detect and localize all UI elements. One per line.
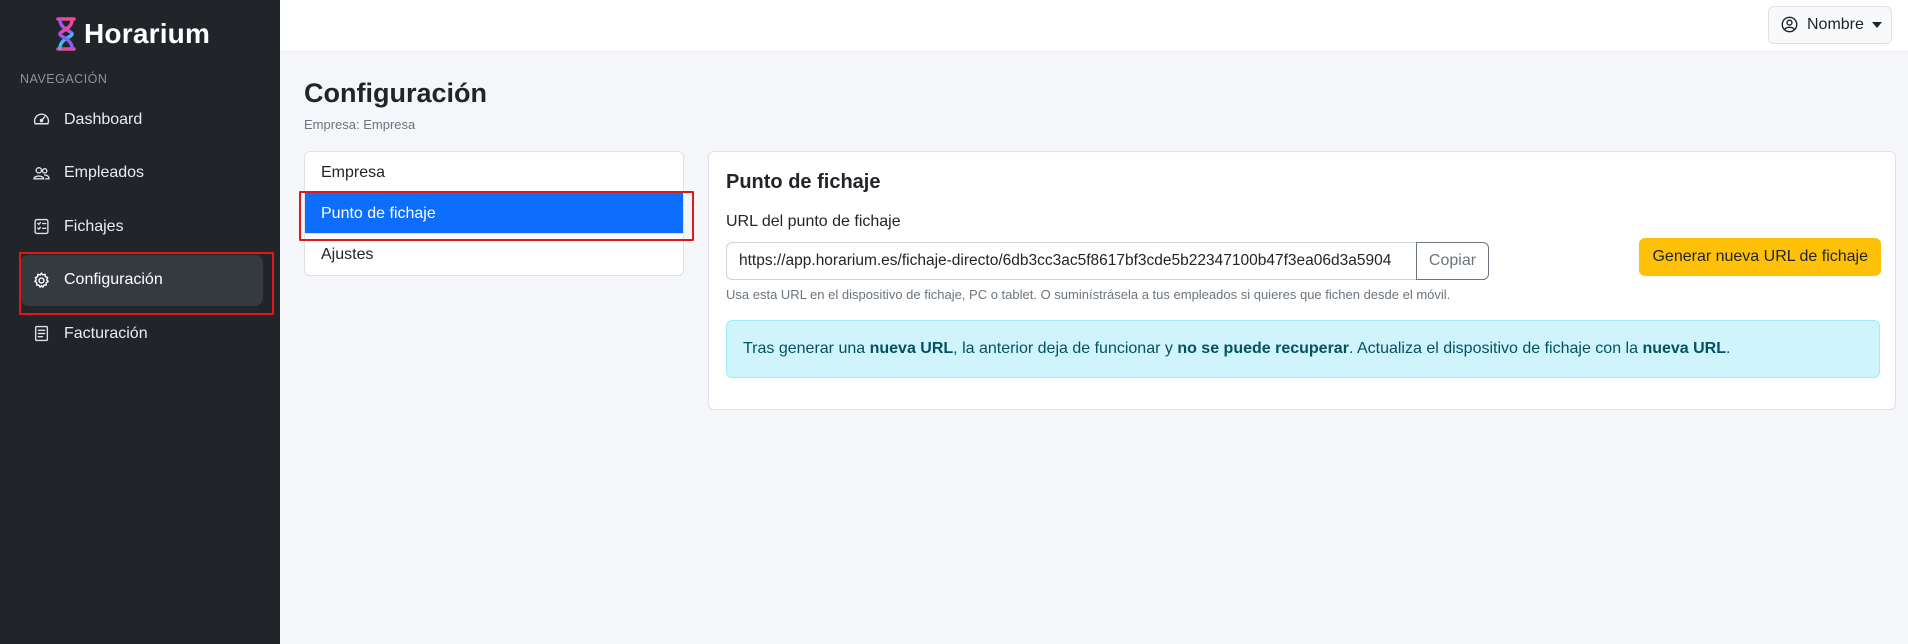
- speedometer-icon: [32, 111, 50, 129]
- sidebar-item-empleados[interactable]: Empleados: [20, 148, 263, 199]
- settings-menu: Empresa Punto de fichaje Ajustes: [299, 151, 694, 276]
- nav-heading: NAVEGACIÓN: [20, 72, 108, 86]
- receipt-icon: [32, 325, 50, 343]
- sidebar-item-label: Dashboard: [64, 110, 143, 128]
- topbar: Nombre: [280, 0, 1908, 52]
- settings-menu-item-empresa[interactable]: Empresa: [305, 152, 683, 193]
- copy-button[interactable]: Copiar: [1416, 242, 1489, 280]
- sidebar: Horarium NAVEGACIÓN Dashboard Empleados …: [0, 0, 280, 644]
- chevron-down-icon: [1871, 22, 1882, 28]
- brand[interactable]: Horarium: [54, 14, 210, 54]
- people-icon: [32, 164, 50, 182]
- alert-text: Tras generar una nueva URL, la anterior …: [743, 340, 1731, 357]
- person-circle-icon: [1781, 16, 1799, 34]
- sidebar-nav: Dashboard Empleados Fichajes Configuraci…: [19, 94, 274, 362]
- sidebar-item-dashboard[interactable]: Dashboard: [20, 94, 263, 145]
- sidebar-item-label: Configuración: [64, 271, 163, 288]
- user-name: Nombre: [1807, 16, 1864, 33]
- brand-name: Horarium: [84, 18, 211, 49]
- sidebar-item-fichajes[interactable]: Fichajes: [20, 201, 263, 252]
- page-subtitle: Empresa: Empresa: [304, 117, 416, 132]
- page-title: Configuración: [304, 78, 487, 108]
- settings-menu-item-ajustes[interactable]: Ajustes: [305, 234, 683, 275]
- url-field-label: URL del punto de fichaje: [726, 213, 901, 230]
- punto-de-fichaje-card: Punto de fichaje URL del punto de fichaj…: [708, 151, 1896, 410]
- sidebar-item-label: Fichajes: [64, 217, 124, 235]
- url-help-text: Usa esta URL en el dispositivo de fichaj…: [726, 287, 1451, 302]
- info-alert: Tras generar una nueva URL, la anterior …: [726, 320, 1880, 378]
- user-menu-button[interactable]: Nombre: [1768, 6, 1892, 44]
- url-input-group: Copiar: [726, 242, 1489, 280]
- generate-url-button[interactable]: Generar nueva URL de fichaje: [1639, 238, 1881, 276]
- card-title: Punto de fichaje: [726, 171, 881, 193]
- url-field[interactable]: [726, 242, 1416, 280]
- sidebar-item-label: Facturación: [64, 324, 148, 342]
- sidebar-item-configuracion[interactable]: Configuración: [19, 251, 274, 315]
- list-check-icon: [32, 218, 50, 236]
- gear-icon: [32, 271, 50, 289]
- sidebar-item-label: Empleados: [64, 164, 145, 181]
- sidebar-item-facturacion[interactable]: Facturación: [20, 308, 263, 359]
- hourglass-logo-icon: [56, 17, 76, 51]
- settings-menu-item-punto-de-fichaje[interactable]: Punto de fichaje: [299, 191, 694, 241]
